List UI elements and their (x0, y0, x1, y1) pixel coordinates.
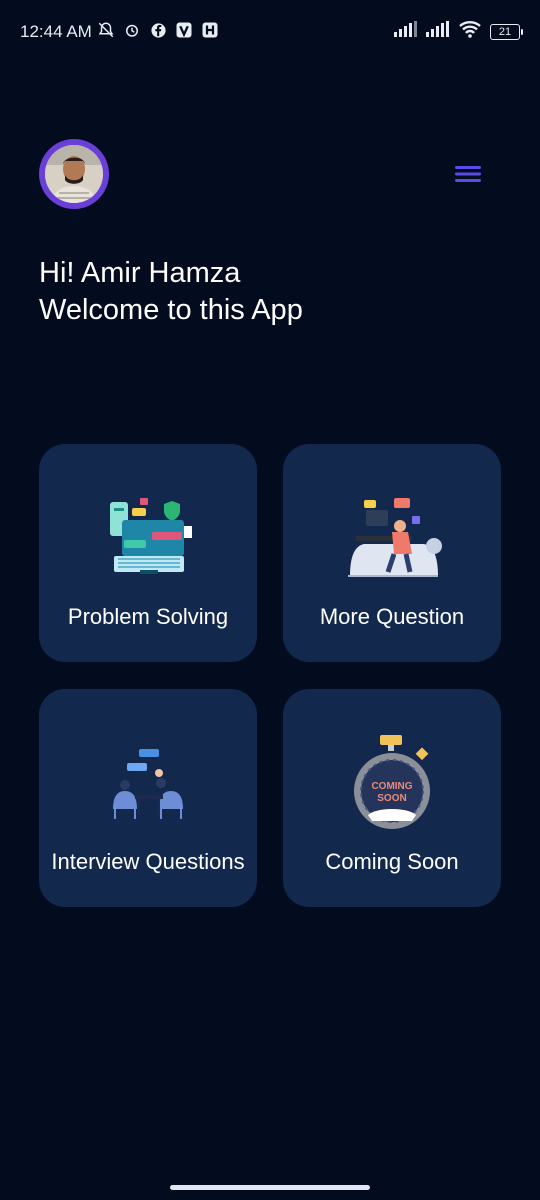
svg-text:SOON: SOON (377, 793, 406, 804)
home-indicator[interactable] (170, 1185, 370, 1190)
card-more-question[interactable]: More Question (283, 444, 501, 662)
signal-icon (394, 21, 418, 42)
wifi-icon (458, 20, 482, 43)
v-app-icon (174, 20, 194, 40)
battery-icon: 21 (490, 23, 523, 40)
facebook-icon (148, 20, 168, 40)
h-app-icon (200, 20, 220, 40)
bell-off-icon (96, 20, 116, 40)
card-coming-soon[interactable]: COMING SOON Coming Soon (283, 689, 501, 907)
status-time: 12:44 AM (20, 22, 92, 41)
card-label: More Question (319, 604, 465, 629)
profile-photo (45, 145, 103, 203)
developer-desk-illustration (283, 496, 501, 580)
alarm-icon (122, 20, 142, 40)
card-label: Problem Solving (67, 604, 229, 629)
greeting-welcome: Welcome to this App (39, 294, 303, 326)
greeting-name: Hi! Amir Hamza (39, 257, 241, 289)
card-problem-solving[interactable]: Problem Solving (39, 444, 257, 662)
coming-soon-stopwatch-illustration: COMING SOON (283, 729, 501, 833)
coding-laptop-illustration (39, 496, 257, 580)
card-label: Interview Questions (51, 849, 245, 874)
signal-icon (426, 21, 450, 42)
interview-illustration (39, 741, 257, 825)
card-interview-questions[interactable]: Interview Questions (39, 689, 257, 907)
hamburger-menu-icon[interactable] (452, 160, 484, 188)
card-label: Coming Soon (325, 849, 459, 874)
avatar[interactable] (39, 139, 109, 209)
svg-text:COMING: COMING (371, 781, 412, 792)
welcome-greeting: Hi! Amir Hamza Welcome to this App (39, 255, 303, 329)
status-bar: 12:44 AM 21 (0, 0, 540, 64)
